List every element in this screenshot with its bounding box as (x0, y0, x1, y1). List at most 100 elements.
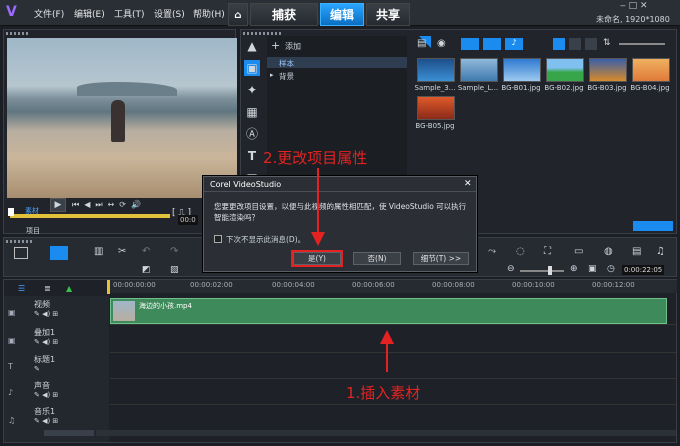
motion-icon[interactable]: ⤳ (488, 246, 496, 257)
expand-icon[interactable]: ▸ (270, 71, 274, 79)
subtitle-icon[interactable]: ▧ (170, 265, 179, 275)
media-item-label: BG-B02.jpg (544, 84, 584, 92)
zoom-out-icon[interactable]: ⊖ (507, 264, 515, 274)
play-button[interactable]: ▶ (50, 198, 66, 212)
track-controls-voice[interactable]: ✎ ◀) ⊞ (34, 391, 58, 399)
dialog-close-icon[interactable]: ✕ (464, 179, 472, 189)
ruler-tick-label: 00:00:00:00 (113, 281, 156, 289)
show-audio-icon[interactable]: ♪ (505, 38, 523, 50)
thumbnail-size-slider[interactable] (619, 43, 665, 45)
zoom-slider[interactable] (520, 270, 564, 272)
transition-icon[interactable]: ▦ (244, 104, 260, 120)
child-figure (111, 100, 125, 142)
minimize-icon[interactable]: ‒ (620, 1, 626, 11)
track-controls-title[interactable]: ✎ (34, 365, 40, 373)
zoom-slider-handle[interactable] (548, 266, 552, 275)
ruler-tick-label: 00:00:12:00 (592, 281, 635, 289)
timeline-scrollbar[interactable] (44, 430, 94, 436)
add-folder-button[interactable]: 添加 (285, 41, 301, 52)
app-logo: V (6, 4, 17, 20)
panel-grip (243, 32, 283, 35)
zoom-in-icon[interactable]: ⊕ (570, 264, 578, 274)
menu-edit[interactable]: 编辑(E) (74, 7, 105, 20)
undo-icon[interactable]: ↶ (142, 246, 150, 257)
media-item[interactable] (632, 58, 670, 82)
tab-edit[interactable]: 编辑 (320, 3, 364, 26)
track-label-voice: 声音 (34, 381, 50, 390)
yes-button-highlight (291, 250, 343, 267)
filter-icon[interactable]: Ⓐ (244, 126, 260, 142)
multi-trim-icon[interactable]: ▥ (94, 246, 103, 257)
instant-project-icon[interactable]: ✦ (244, 82, 260, 98)
folder-label-background[interactable]: 背景 (279, 71, 294, 82)
close-icon[interactable]: ✕ (640, 1, 648, 11)
menu-help[interactable]: 帮助(H) (193, 7, 225, 20)
camera-icon[interactable]: ◉ (437, 38, 446, 49)
fit-icon[interactable]: ⛶ (544, 246, 551, 257)
folder-icon[interactable]: ▤ (417, 38, 426, 49)
thumbnail-view-icon[interactable] (553, 38, 565, 50)
title-icon[interactable]: T (244, 148, 260, 164)
mode-clip[interactable]: 素材 (25, 206, 39, 216)
show-video-icon[interactable] (461, 38, 479, 50)
media-thumbnail (589, 58, 627, 82)
track-controls-video[interactable]: ✎ ◀) ⊞ (34, 310, 58, 318)
media-item[interactable] (546, 58, 584, 82)
redo-icon[interactable]: ↷ (170, 246, 178, 257)
menu-tools[interactable]: 工具(T) (114, 7, 145, 20)
fit-project-icon[interactable]: ▣ (588, 264, 597, 274)
add-icon[interactable]: + (271, 39, 280, 52)
score-icon[interactable]: ♫ (656, 246, 665, 257)
mixer-icon[interactable]: ▤ (632, 246, 641, 257)
ripple-icon[interactable]: ▲ (66, 284, 72, 293)
mode-project[interactable]: 项目 (26, 226, 40, 236)
media-thumbnail (632, 58, 670, 82)
maximize-icon[interactable]: □ (629, 1, 638, 11)
tab-share[interactable]: 共享 (366, 3, 410, 26)
timeline-hscrollbar[interactable] (96, 430, 676, 436)
track-label-music: 音乐1 (34, 407, 56, 416)
home-tab[interactable]: ⌂ (228, 3, 248, 26)
clip-name: 海边的小孩.mp4 (139, 302, 192, 310)
voice-track-icon: ♪ (8, 388, 14, 397)
track-controls-overlay[interactable]: ✎ ◀) ⊞ (34, 338, 58, 346)
media-item[interactable] (417, 58, 455, 82)
storyboard-view-icon[interactable] (14, 247, 28, 259)
menu-file[interactable]: 文件(F) (34, 7, 64, 20)
no-button[interactable]: 否(N) (353, 252, 401, 265)
dialog-message: 您要更改项目设置，以便与此视频的属性相匹配，使 VideoStudio 可以执行… (214, 202, 467, 222)
tab-capture[interactable]: 捕获 (250, 3, 318, 26)
music-track-icon: ♫ (8, 416, 16, 425)
detail-view-icon[interactable] (585, 38, 597, 50)
media-item-label: BG-B05.jpg (415, 122, 455, 130)
track-controls-music[interactable]: ✎ ◀) ⊞ (34, 417, 58, 425)
up-arrow-icon[interactable]: ▲ (244, 38, 260, 54)
title-track-icon: T (8, 362, 13, 371)
library-options-icon[interactable] (633, 221, 673, 231)
menu-settings[interactable]: 设置(S) (154, 7, 185, 20)
path-icon[interactable]: ◌ (516, 246, 525, 257)
media-icon[interactable]: ▣ (244, 60, 260, 76)
dialog-title: Corel VideoStudio (210, 180, 282, 189)
media-item[interactable] (460, 58, 498, 82)
media-item[interactable] (589, 58, 627, 82)
tools-icon[interactable]: ✂ (118, 246, 126, 257)
split-icon[interactable]: ▭ (574, 246, 583, 257)
playhead[interactable] (107, 280, 110, 294)
chapter-point-icon[interactable]: ≣ (44, 284, 51, 293)
media-item[interactable] (503, 58, 541, 82)
list-view-icon[interactable] (569, 38, 581, 50)
show-photo-icon[interactable] (483, 38, 501, 50)
record-icon[interactable]: ◍ (604, 246, 613, 257)
video-clip[interactable]: 海边的小孩.mp4 (110, 298, 667, 324)
dont-show-checkbox[interactable] (214, 235, 222, 243)
project-duration: 0:00:22:05 (622, 265, 665, 275)
chapter-icon[interactable]: ◩ (142, 265, 151, 275)
details-button[interactable]: 细节(T) >> (413, 252, 469, 265)
transport-controls[interactable]: ⏮◀⏭↔⟳🔊 (72, 200, 146, 210)
sort-icon[interactable]: ⇅ (603, 38, 611, 48)
scrub-handle[interactable] (8, 208, 14, 216)
track-manager-icon[interactable]: ☰ (18, 284, 25, 293)
timeline-view-icon[interactable] (50, 246, 68, 260)
media-item[interactable] (417, 96, 455, 120)
